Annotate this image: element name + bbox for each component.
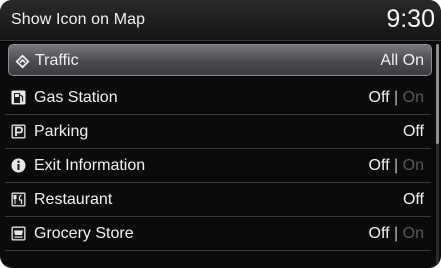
gas-station-value: Off | On: [369, 89, 424, 107]
list-item-label: Gas Station: [34, 89, 118, 106]
list-item-exit-information[interactable]: Exit Information Off | On: [5, 149, 431, 183]
list-item-label: Exit Information: [34, 157, 146, 174]
list-item-label: Parking: [34, 123, 89, 140]
traffic-value: All On: [380, 52, 424, 69]
value-separator: |: [394, 225, 399, 242]
list-item-restaurant[interactable]: Restaurant Off: [5, 183, 431, 217]
value-on: On: [402, 225, 424, 242]
traffic-icon: [15, 54, 30, 69]
value-off: Off: [368, 225, 390, 242]
page-title: Show Icon on Map: [11, 11, 146, 28]
grocery-store-icon: [11, 226, 26, 241]
value-separator: |: [394, 89, 399, 106]
restaurant-value: Off: [402, 191, 424, 208]
parking-icon: [11, 124, 26, 139]
header-bar: Show Icon on Map 9:30: [0, 0, 441, 41]
value-off: Off: [368, 157, 390, 174]
value-off: Off: [368, 89, 390, 106]
exit-information-icon: [11, 158, 26, 173]
list-item-traffic[interactable]: Traffic All On: [8, 44, 432, 76]
list-item-label: Traffic: [35, 52, 79, 69]
scrollbar-thumb[interactable]: [436, 44, 439, 144]
show-icon-on-map-panel: Show Icon on Map 9:30 Traffic All On Gas…: [0, 0, 441, 268]
value-separator: |: [394, 157, 399, 174]
clock: 9:30: [386, 5, 435, 33]
list-item-grocery-store[interactable]: Grocery Store Off | On: [5, 217, 431, 251]
list-item-parking[interactable]: Parking Off: [5, 115, 431, 149]
parking-value: Off: [402, 123, 424, 140]
screen: Show Icon on Map 9:30 Traffic All On Gas…: [0, 0, 441, 268]
list-item-gas-station[interactable]: Gas Station Off | On: [5, 81, 431, 115]
list-item-label: Restaurant: [34, 191, 113, 208]
icon-settings-list: Traffic All On Gas Station Off | On Park…: [0, 41, 441, 268]
grocery-store-value: Off | On: [369, 225, 424, 243]
list-item-label: Grocery Store: [34, 225, 134, 242]
restaurant-icon: [11, 192, 26, 207]
value-on: On: [402, 89, 424, 106]
value-on: On: [402, 157, 424, 174]
gas-station-icon: [11, 90, 26, 105]
exit-information-value: Off | On: [369, 157, 424, 175]
